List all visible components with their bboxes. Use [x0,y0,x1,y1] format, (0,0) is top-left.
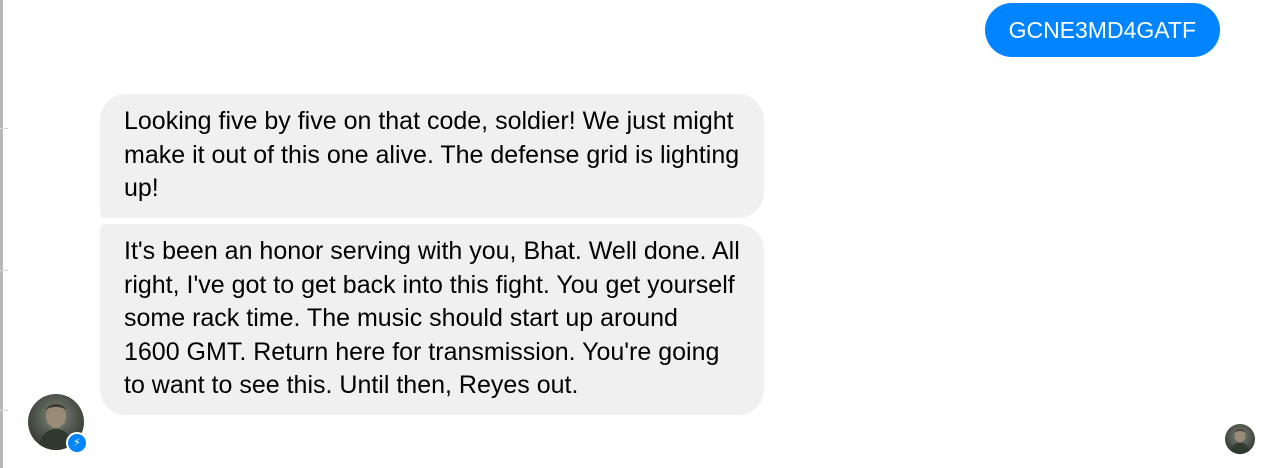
conversation-left-border [0,0,3,468]
received-message-bubble[interactable]: It's been an honor serving with you, Bha… [100,224,764,415]
received-message-text: It's been an honor serving with you, Bha… [124,237,740,399]
border-tick [0,270,8,271]
messenger-bolt-icon: ⚡ [66,432,88,454]
seen-avatar-icon [1230,429,1250,454]
border-tick [0,410,8,411]
border-tick [0,128,8,129]
sent-message-bubble[interactable]: GCNE3MD4GATF [984,3,1220,57]
received-message-text: Looking five by five on that code, soldi… [124,107,740,202]
received-message-bubble[interactable]: Looking five by five on that code, soldi… [100,94,764,218]
seen-read-receipt-avatar [1225,424,1255,454]
